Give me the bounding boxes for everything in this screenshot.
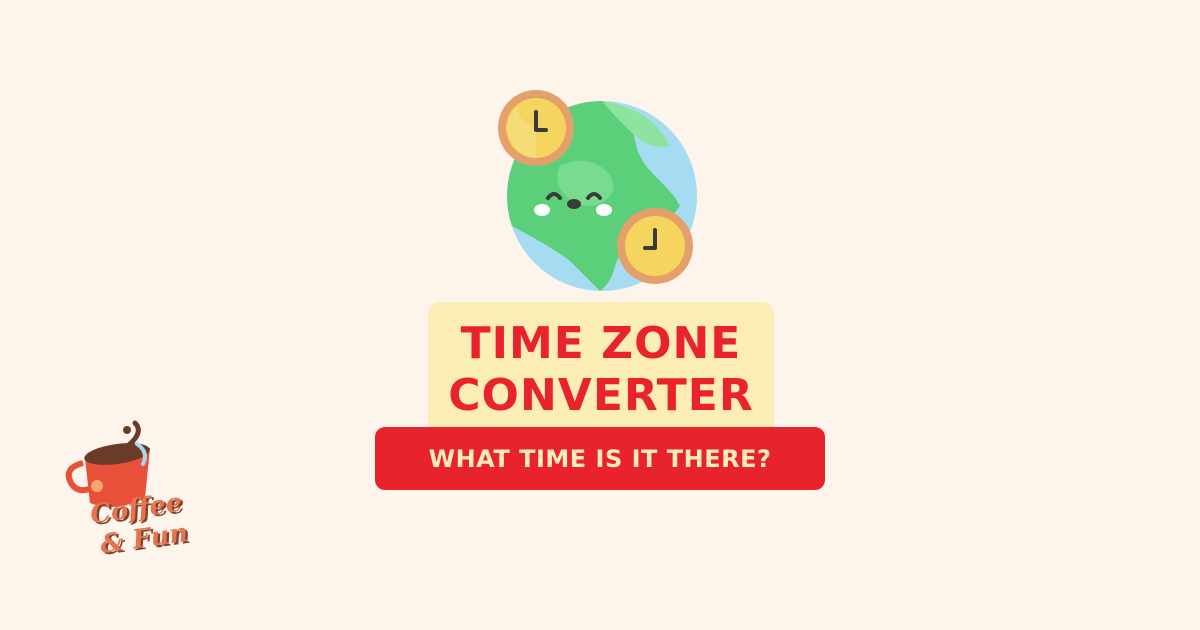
globe-illustration [490, 86, 710, 296]
clock-icon [617, 208, 693, 284]
title-banner: TIME ZONE CONVERTER [428, 302, 774, 434]
subtitle-text: WHAT TIME IS IT THERE? [428, 444, 772, 473]
clock-icon [498, 90, 574, 166]
coffee-and-fun-logo: Coffee & Fun [55, 418, 205, 568]
title-line-2: CONVERTER [448, 370, 754, 421]
subtitle-banner: WHAT TIME IS IT THERE? [375, 427, 825, 490]
title-line-1: TIME ZONE [460, 318, 742, 369]
